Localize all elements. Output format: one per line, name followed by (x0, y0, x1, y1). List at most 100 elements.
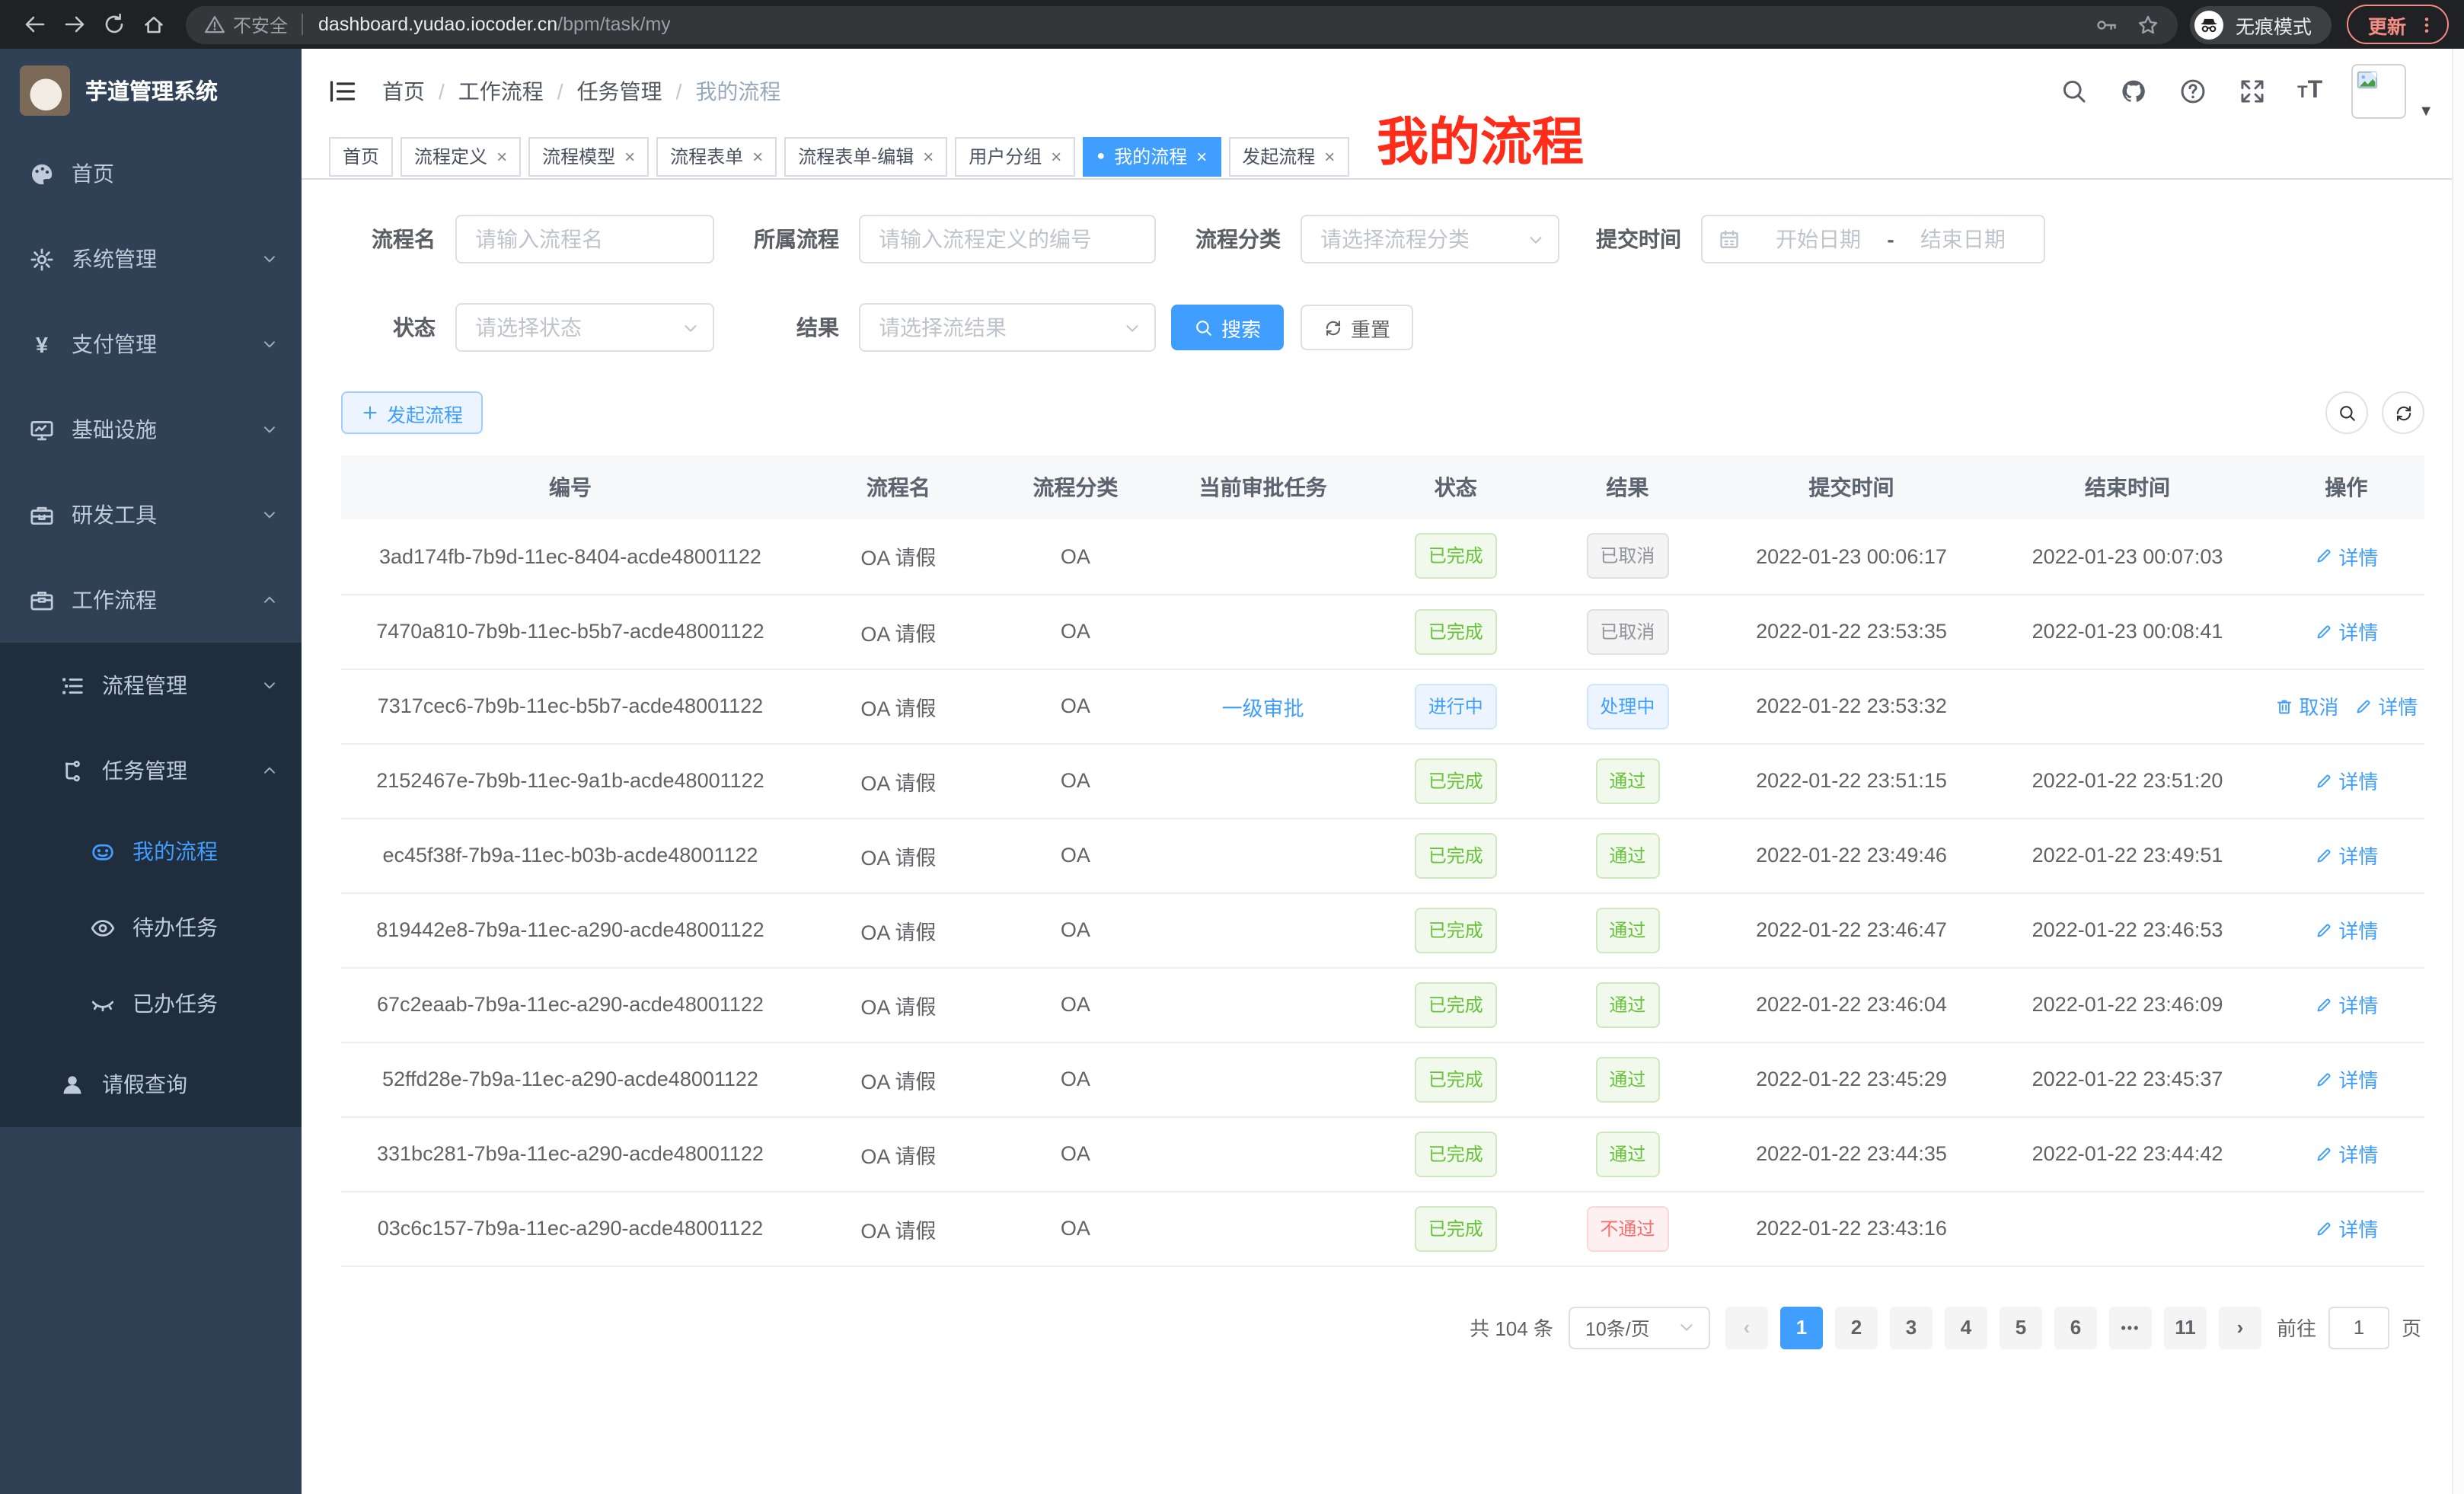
page-button-3[interactable]: 3 (1890, 1306, 1933, 1349)
status-label: 状态 (341, 312, 436, 343)
sidebar-item-todo-tasks[interactable]: 待办任务 (0, 889, 302, 966)
page-button-5[interactable]: 5 (2000, 1306, 2042, 1349)
next-page-button[interactable]: › (2219, 1306, 2261, 1349)
sidebar-item-dev-tools[interactable]: 研发工具 (0, 472, 302, 557)
page-button-4[interactable]: 4 (1945, 1306, 1987, 1349)
filter-row-2: 状态 结果 搜索 重置 (341, 303, 2424, 352)
submit-time-range-picker[interactable]: 开始日期 - 结束日期 (1701, 215, 2045, 263)
detail-action-link[interactable]: 详情 (2314, 915, 2378, 944)
search-icon[interactable] (2060, 78, 2087, 105)
cell-task (1154, 967, 1372, 1042)
refresh-table-button[interactable] (2382, 391, 2424, 434)
column-header-task: 当前审批任务 (1154, 455, 1372, 519)
breadcrumb-item[interactable]: 首页 (382, 76, 425, 107)
tab-process-form[interactable]: 流程表单× (656, 136, 777, 176)
breadcrumb-item[interactable]: 工作流程 (458, 76, 544, 107)
sidebar-item-payment[interactable]: ¥支付管理 (0, 302, 302, 387)
sidebar-item-leave-query[interactable]: 请假查询 (0, 1042, 302, 1127)
reset-button[interactable]: 重置 (1301, 305, 1413, 350)
page-button-11[interactable]: 11 (2164, 1306, 2207, 1349)
tab-process-model[interactable]: 流程模型× (528, 136, 649, 176)
browser-back-button[interactable] (15, 5, 55, 44)
detail-action-link[interactable]: 详情 (2314, 766, 2378, 795)
page-button-2[interactable]: 2 (1835, 1306, 1878, 1349)
tab-user-group[interactable]: 用户分组× (955, 136, 1075, 176)
sidebar-item-my-process[interactable]: 我的流程 (0, 813, 302, 889)
page-size-select[interactable]: 10条/页 (1569, 1306, 1710, 1349)
search-button[interactable]: 搜索 (1171, 305, 1284, 350)
pager-ellipsis-icon[interactable]: ••• (2109, 1306, 2152, 1349)
close-tab-icon[interactable]: × (1324, 145, 1335, 167)
goto-page-input[interactable] (2328, 1306, 2389, 1349)
update-button[interactable]: 更新 (2347, 5, 2449, 44)
browser-reload-button[interactable] (94, 5, 134, 44)
browser-forward-button[interactable] (55, 5, 94, 44)
result-field[interactable] (860, 305, 1154, 350)
column-header-id: 编号 (341, 455, 800, 519)
avatar[interactable] (2351, 64, 2406, 119)
page-button-6[interactable]: 6 (2054, 1306, 2097, 1349)
detail-action-link[interactable]: 详情 (2314, 841, 2378, 870)
sidebar-item-done-tasks[interactable]: 已办任务 (0, 966, 302, 1042)
cell-submit: 2022-01-22 23:46:47 (1716, 892, 1987, 967)
github-icon[interactable] (2119, 78, 2146, 105)
bookmark-star-icon[interactable] (2137, 13, 2159, 36)
cancel-action-link[interactable]: 取消 (2274, 691, 2338, 720)
close-tab-icon[interactable]: × (752, 145, 763, 167)
detail-action-link[interactable]: 详情 (2314, 1214, 2378, 1243)
app-logo[interactable]: 芋道管理系统 (0, 49, 302, 131)
category-field[interactable] (1302, 216, 1558, 262)
sidebar-item-system[interactable]: 系统管理 (0, 216, 302, 302)
status-badge: 已完成 (1415, 534, 1497, 579)
start-process-button[interactable]: 发起流程 (341, 391, 483, 434)
url-bar[interactable]: 不安全 dashboard.yudao.iocoder.cn/bpm/task/… (186, 5, 2178, 43)
detail-action-link[interactable]: 详情 (2314, 617, 2378, 646)
sidebar-item-home[interactable]: 首页 (0, 131, 302, 216)
tab-process-definition[interactable]: 流程定义× (401, 136, 521, 176)
detail-action-link[interactable]: 详情 (2314, 1139, 2378, 1168)
end-date-placeholder: 结束日期 (1897, 224, 2028, 254)
close-tab-icon[interactable]: × (1196, 145, 1207, 167)
sidebar-item-label: 我的流程 (132, 836, 218, 867)
close-tab-icon[interactable]: × (624, 145, 635, 167)
table-row: 03c6c157-7b9a-11ec-a290-acde48001122OA 请… (341, 1191, 2424, 1266)
current-task-link[interactable]: 一级审批 (1222, 697, 1304, 720)
breadcrumb-item[interactable]: 任务管理 (577, 76, 662, 107)
avatar-caret-icon[interactable]: ▼ (2418, 104, 2434, 120)
tab-start-process[interactable]: 发起流程× (1228, 136, 1348, 176)
collapse-sidebar-icon[interactable] (327, 76, 358, 107)
status-badge: 已完成 (1415, 758, 1497, 803)
sidebar-item-workflow[interactable]: 工作流程 (0, 557, 302, 643)
close-tab-icon[interactable]: × (496, 145, 507, 167)
prev-page-button[interactable]: ‹ (1725, 1306, 1768, 1349)
page-button-1[interactable]: 1 (1780, 1306, 1823, 1349)
show-search-toggle-button[interactable] (2325, 391, 2368, 434)
sidebar-item-infrastructure[interactable]: 基础设施 (0, 387, 302, 472)
detail-action-link[interactable]: 详情 (2354, 691, 2418, 720)
process-name-field[interactable] (457, 216, 713, 262)
sidebar-item-task-mgmt[interactable]: 任务管理 (0, 728, 302, 813)
logo-image (20, 65, 70, 115)
security-label[interactable]: 不安全 (233, 11, 288, 37)
kebab-menu-icon[interactable] (2417, 14, 2437, 34)
tab-my-process[interactable]: ●我的流程× (1083, 136, 1221, 176)
tab-home[interactable]: 首页 (329, 136, 393, 176)
password-key-icon[interactable] (2095, 13, 2118, 36)
browser-home-button[interactable] (134, 5, 174, 44)
parent-process-field[interactable] (860, 216, 1154, 262)
font-size-icon[interactable]: TT (2297, 78, 2322, 105)
scrollbar-gutter[interactable] (2452, 49, 2464, 1494)
help-icon[interactable] (2178, 78, 2206, 105)
detail-action-link[interactable]: 详情 (2314, 1065, 2378, 1093)
cell-id: 03c6c157-7b9a-11ec-a290-acde48001122 (341, 1191, 800, 1266)
status-field[interactable] (457, 305, 713, 350)
tab-process-form-edit[interactable]: 流程表单-编辑× (784, 136, 947, 176)
detail-action-link[interactable]: 详情 (2314, 542, 2378, 571)
detail-action-link[interactable]: 详情 (2314, 990, 2378, 1019)
url-text[interactable]: dashboard.yudao.iocoder.cn/bpm/task/my (318, 14, 671, 35)
cell-name: OA 请假 (800, 967, 997, 1042)
fullscreen-icon[interactable] (2238, 78, 2265, 105)
close-tab-icon[interactable]: × (1051, 145, 1061, 167)
sidebar-item-process-mgmt[interactable]: 流程管理 (0, 643, 302, 728)
close-tab-icon[interactable]: × (923, 145, 934, 167)
